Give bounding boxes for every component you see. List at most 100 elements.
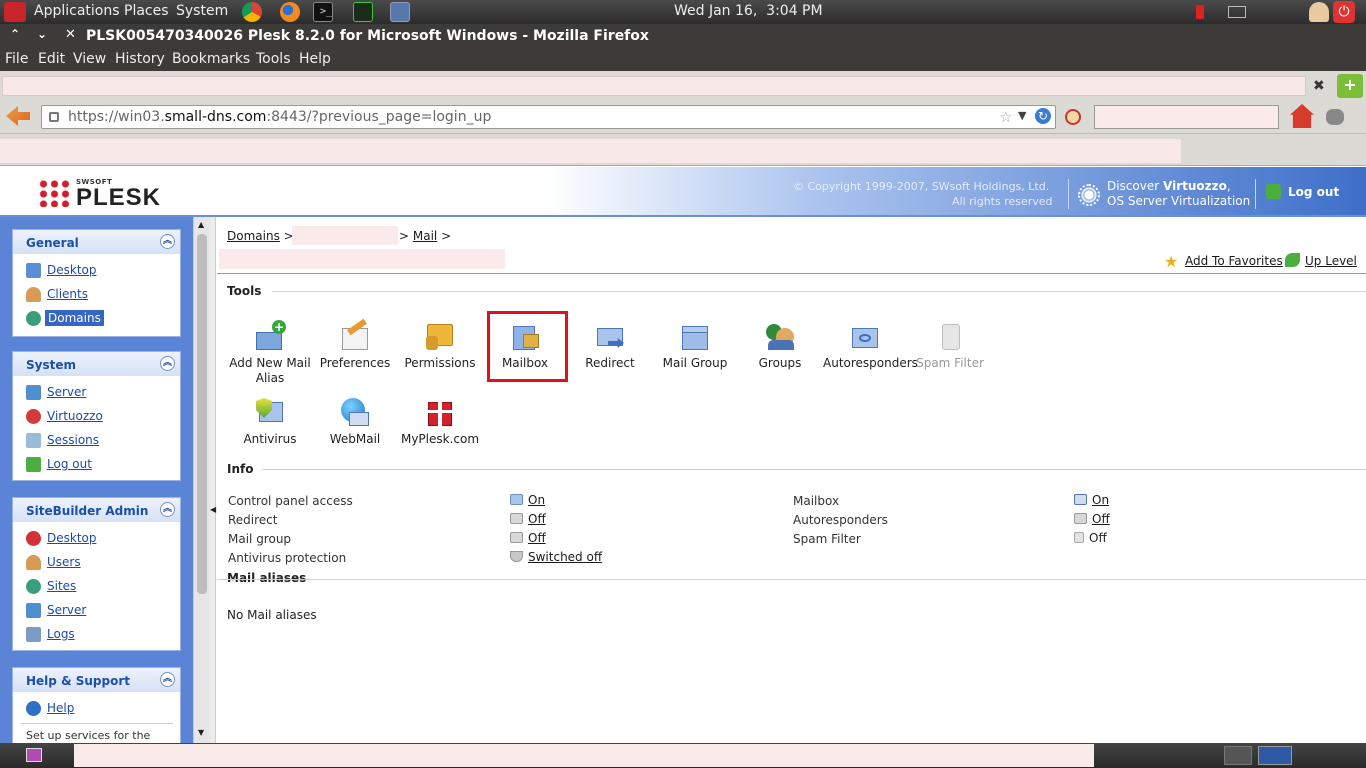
virtuozzo-icon[interactable]: [1078, 184, 1100, 206]
close-window-button[interactable]: ✕: [65, 27, 76, 42]
menu-help[interactable]: Help: [299, 51, 331, 67]
tool-webmail[interactable]: WebMail: [313, 396, 397, 447]
header-divider: [1068, 179, 1069, 209]
header-logout-link[interactable]: Log out: [1288, 185, 1339, 199]
info-control-panel-value[interactable]: On: [510, 493, 545, 507]
addon-icon[interactable]: [1326, 109, 1344, 125]
firefox-launcher-icon[interactable]: [280, 2, 300, 22]
collapse-icon[interactable]: ︽: [160, 672, 175, 687]
menu-bookmarks[interactable]: Bookmarks: [172, 51, 250, 67]
up-level-link[interactable]: Up Level: [1305, 254, 1357, 268]
system-menu[interactable]: System: [176, 3, 228, 19]
scroll-down-icon[interactable]: ▼: [198, 728, 204, 737]
breadcrumb-tail: > Mail >: [399, 229, 452, 243]
breadcrumb-domain-redacted[interactable]: [292, 226, 398, 245]
sidebar-help-title[interactable]: Help & Support ︽: [13, 668, 180, 692]
webmail-icon: [339, 396, 371, 428]
collapse-sidebar-icon[interactable]: ◀: [210, 505, 216, 514]
info-mail-group-value[interactable]: Off: [510, 531, 546, 545]
add-to-favorites-link[interactable]: Add To Favorites: [1185, 254, 1283, 268]
workspace-switcher-icon[interactable]: [1258, 746, 1292, 765]
info-spam-filter-label: Spam Filter: [793, 532, 861, 546]
collapse-icon[interactable]: ︽: [160, 234, 175, 249]
tool-preferences[interactable]: Preferences: [313, 318, 397, 371]
menu-edit[interactable]: Edit: [38, 51, 65, 67]
menu-file[interactable]: File: [5, 51, 28, 67]
info-antivirus-value[interactable]: Switched off: [510, 550, 602, 564]
bookmark-star-icon[interactable]: ☆: [999, 108, 1012, 126]
applications-menu[interactable]: Applications: [34, 3, 120, 19]
user-indicator-icon[interactable]: [1309, 2, 1329, 22]
sidebar-general-title[interactable]: General ︽: [13, 230, 180, 254]
tool-add-mail-alias[interactable]: + Add New Mail Alias: [228, 320, 312, 386]
menu-history[interactable]: History: [115, 51, 165, 67]
tab-strip-redacted[interactable]: [2, 76, 1306, 96]
frame-splitter[interactable]: ◀: [210, 217, 216, 743]
home-icon[interactable]: [1290, 104, 1314, 128]
mailbox-status-icon: [1074, 494, 1087, 505]
sidebar-system-title[interactable]: System ︽: [13, 352, 180, 376]
tool-permissions[interactable]: Permissions: [398, 320, 482, 371]
collapse-icon[interactable]: ︽: [160, 356, 175, 371]
volume-muted-icon[interactable]: [1196, 5, 1212, 19]
breadcrumb-mail[interactable]: Mail: [413, 229, 437, 243]
menu-view[interactable]: View: [73, 51, 106, 67]
url-text: https://win03.small-dns.com:8443/?previo…: [68, 109, 492, 125]
minimize-button[interactable]: ⌄: [37, 27, 47, 41]
tool-mail-group[interactable]: Mail Group: [653, 320, 737, 371]
tool-antivirus[interactable]: Antivirus: [228, 396, 312, 447]
clock[interactable]: Wed Jan 16, 3:04 PM: [674, 3, 823, 19]
chrome-launcher-icon[interactable]: [242, 2, 262, 22]
places-menu[interactable]: Places: [124, 3, 169, 19]
info-antivirus-label: Antivirus protection: [228, 551, 347, 565]
info-autoresponders-value[interactable]: Off: [1074, 512, 1110, 526]
back-arrow-icon[interactable]: [6, 106, 30, 126]
info-redirect-value[interactable]: Off: [510, 512, 546, 526]
menu-tools[interactable]: Tools: [256, 51, 291, 67]
calculator-launcher-icon[interactable]: [390, 2, 410, 22]
discover-virtuozzo-link[interactable]: Discover Virtuozzo, OS Server Virtualizat…: [1107, 179, 1250, 209]
search-field-redacted[interactable]: [1094, 105, 1279, 129]
info-mailbox-value[interactable]: On: [1074, 493, 1109, 507]
window-title: PLSK005470340026 Plesk 8.2.0 for Microso…: [86, 28, 649, 44]
tool-spam-filter[interactable]: Spam Filter: [908, 320, 992, 371]
bookmarks-redacted[interactable]: [0, 139, 1181, 163]
tool-autoresponders[interactable]: Autoresponders: [823, 320, 918, 371]
permissions-icon: [424, 320, 456, 352]
scroll-up-icon[interactable]: ▲: [198, 220, 204, 229]
up-level-icon[interactable]: [1285, 253, 1300, 267]
history-dropdown-icon[interactable]: ▼: [1018, 109, 1026, 122]
tool-myplesk[interactable]: MyPlesk.com: [398, 396, 482, 447]
scroll-thumb[interactable]: [197, 234, 207, 594]
maximize-button[interactable]: ⌃: [10, 27, 20, 41]
info-control-panel-label: Control panel access: [228, 494, 353, 508]
gnome-foot-icon[interactable]: [4, 2, 26, 22]
virtuozzo-icon: [26, 409, 41, 424]
info-redirect-label: Redirect: [228, 513, 278, 527]
show-desktop-icon[interactable]: [26, 748, 42, 762]
sidebar-scrollbar[interactable]: ▲ ▼: [193, 217, 210, 743]
navigation-toolbar: https://win03.small-dns.com:8443/?previo…: [0, 100, 1366, 134]
mail-indicator-icon[interactable]: [1228, 6, 1246, 18]
close-tab-icon[interactable]: ✖: [1313, 78, 1325, 94]
redirect-status-icon: [510, 513, 523, 524]
tool-redirect[interactable]: Redirect: [568, 320, 652, 371]
breadcrumb-domains[interactable]: Domains: [227, 229, 280, 243]
terminal-launcher-icon[interactable]: >_: [313, 2, 333, 22]
tool-groups[interactable]: Groups: [738, 320, 822, 371]
firefox-task-icon[interactable]: [1224, 746, 1252, 765]
sidebar-sitebuilder-title[interactable]: SiteBuilder Admin ︽: [13, 498, 180, 522]
tools-title: Tools: [227, 284, 262, 298]
new-tab-button[interactable]: +: [1337, 74, 1363, 98]
favorites-star-icon[interactable]: ★: [1164, 252, 1178, 271]
network-monitor-icon[interactable]: [353, 2, 373, 22]
adblock-icon[interactable]: [1065, 109, 1081, 125]
url-bar[interactable]: https://win03.small-dns.com:8443/?previo…: [41, 105, 1056, 129]
shutdown-icon[interactable]: ⏻: [1333, 1, 1355, 23]
add-mail-alias-icon: +: [254, 320, 286, 352]
taskbar-window-list-redacted[interactable]: [74, 744, 1094, 767]
logout-icon[interactable]: [1266, 184, 1281, 199]
reload-icon[interactable]: ↻: [1035, 108, 1051, 124]
help-icon: [26, 701, 41, 716]
collapse-icon[interactable]: ︽: [160, 502, 175, 517]
